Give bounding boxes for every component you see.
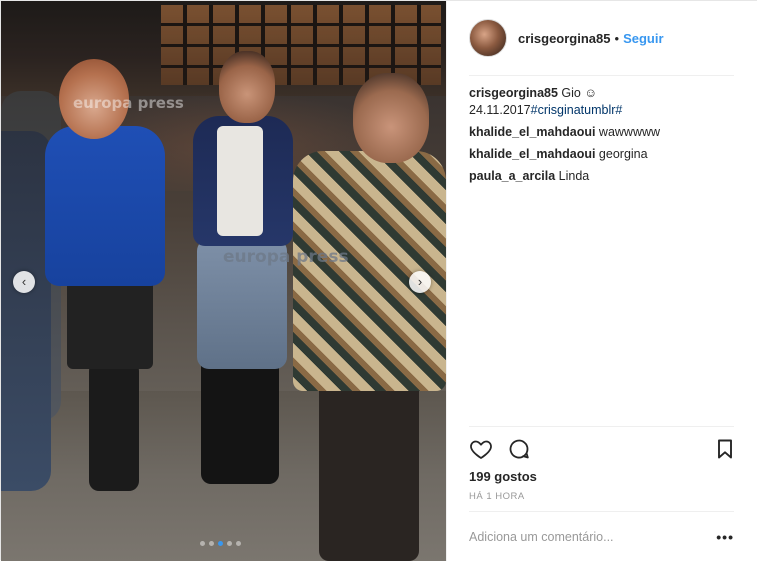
watermark-top: europa press [73, 94, 184, 112]
person-woman-center-shirt [217, 126, 263, 236]
comment-item: paula_a_arcila Linda [469, 168, 737, 185]
person-woman-right-legs [319, 361, 419, 561]
post-frame: europa press europa press ‹ › crisgeorgi… [0, 0, 757, 561]
header-username[interactable]: crisgeorgina85 [518, 31, 611, 46]
likes-count[interactable]: 199 gostos [469, 469, 537, 484]
header-divider [469, 75, 734, 76]
chevron-right-icon: › [417, 274, 423, 289]
person-woman-center-boots [201, 356, 279, 484]
carousel-dot [200, 541, 205, 546]
comment-text: wawwwww [598, 125, 661, 139]
carousel-next-button[interactable]: › [409, 271, 431, 293]
caption-date: 24.11.2017 [469, 103, 531, 117]
add-comment-row: ••• [469, 528, 734, 546]
add-comment-input[interactable] [469, 530, 699, 544]
caption-hashtag[interactable]: #crisginatumblr# [531, 103, 623, 117]
carousel-dot [227, 541, 232, 546]
header-separator: • [614, 30, 620, 46]
carousel-prev-button[interactable]: ‹ [13, 271, 35, 293]
actions-divider [469, 426, 734, 427]
person-woman-blue-jacket [45, 126, 165, 286]
avatar[interactable] [469, 19, 507, 57]
carousel-dot [236, 541, 241, 546]
action-bar [469, 437, 735, 461]
carousel-indicator [200, 541, 241, 546]
comment-button[interactable] [507, 437, 531, 461]
heart-icon [470, 440, 492, 459]
person-woman-right-head [353, 73, 429, 163]
post-timestamp[interactable]: HÁ 1 HORA [469, 491, 525, 502]
speech-bubble-icon [509, 439, 529, 459]
comment-text: Linda [558, 169, 590, 183]
caption-username[interactable]: crisgeorgina85 [469, 86, 558, 100]
comment-divider [469, 511, 734, 512]
person-left-edge [1, 131, 51, 491]
comments-list: crisgeorgina85 Gio ☺ 24.11.2017#crisgina… [469, 85, 737, 190]
comment-username[interactable]: khalide_el_mahdaoui [469, 147, 595, 161]
save-button[interactable] [713, 437, 737, 461]
comment-text: georgina [598, 147, 648, 161]
person-woman-center-head [219, 51, 275, 123]
carousel-dot-active [218, 541, 223, 546]
watermark-center: europa press [223, 247, 349, 267]
carousel-dot [209, 541, 214, 546]
post-header: crisgeorgina85 • Seguir [447, 1, 757, 75]
bookmark-icon [718, 439, 732, 459]
post-sidebar: crisgeorgina85 • Seguir crisgeorgina85 G… [446, 1, 757, 561]
person-woman-blue-legs [89, 361, 139, 491]
post-photo[interactable]: europa press europa press ‹ › [1, 1, 446, 561]
like-button[interactable] [469, 437, 493, 461]
comment-item: khalide_el_mahdaoui georgina [469, 146, 737, 163]
caption-text: Gio ☺ [561, 86, 598, 100]
comment-username[interactable]: khalide_el_mahdaoui [469, 125, 595, 139]
caption: crisgeorgina85 Gio ☺ 24.11.2017#crisgina… [469, 85, 737, 119]
comment-username[interactable]: paula_a_arcila [469, 169, 555, 183]
chevron-left-icon: ‹ [21, 274, 27, 289]
comment-item: khalide_el_mahdaoui wawwwww [469, 124, 737, 141]
follow-button[interactable]: Seguir [623, 31, 663, 46]
more-options-button[interactable]: ••• [716, 529, 734, 545]
